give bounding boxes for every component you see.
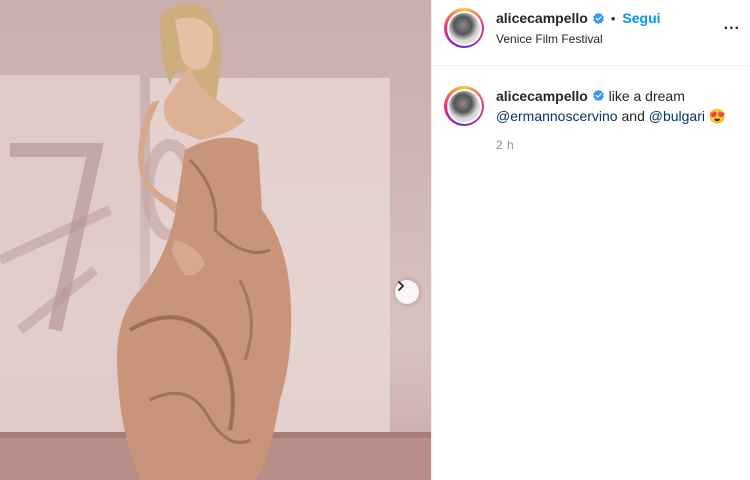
verified-badge-icon	[592, 12, 604, 24]
post-timestamp[interactable]: 2 h	[496, 138, 514, 152]
avatar-image	[448, 12, 480, 44]
caption-text: alicecampello like a dream @ermannoscerv…	[496, 86, 741, 126]
post-photo[interactable]	[0, 0, 431, 480]
post-side-panel: alicecampello • Segui Venice Film Festiv…	[431, 0, 750, 480]
heart-eyes-emoji: 😍	[708, 108, 727, 124]
caption-username[interactable]: alicecampello	[496, 88, 588, 104]
separator-dot: •	[610, 10, 616, 26]
caption-message: like a dream	[608, 88, 685, 104]
caption-conjunction: and	[621, 108, 645, 124]
header-user-row: alicecampello • Segui	[496, 10, 661, 26]
photo-illustration	[0, 3, 431, 480]
chevron-right-icon	[398, 281, 404, 291]
caption-block: alicecampello like a dream @ermannoscerv…	[432, 66, 750, 206]
carousel-next-button[interactable]	[395, 280, 419, 304]
mention-ermannoscervino[interactable]: @ermannoscervino	[496, 108, 618, 124]
more-options-button[interactable]: ...	[724, 16, 740, 34]
mention-bulgari[interactable]: @bulgari	[649, 108, 705, 124]
avatar-image	[448, 90, 480, 122]
header-username[interactable]: alicecampello	[496, 10, 588, 26]
post-header: alicecampello • Segui Venice Film Festiv…	[432, 0, 750, 66]
header-avatar[interactable]	[444, 8, 484, 48]
location-link[interactable]: Venice Film Festival	[496, 32, 603, 46]
verified-badge-icon	[592, 89, 604, 102]
caption-avatar[interactable]	[444, 86, 484, 126]
follow-button[interactable]: Segui	[622, 10, 660, 26]
